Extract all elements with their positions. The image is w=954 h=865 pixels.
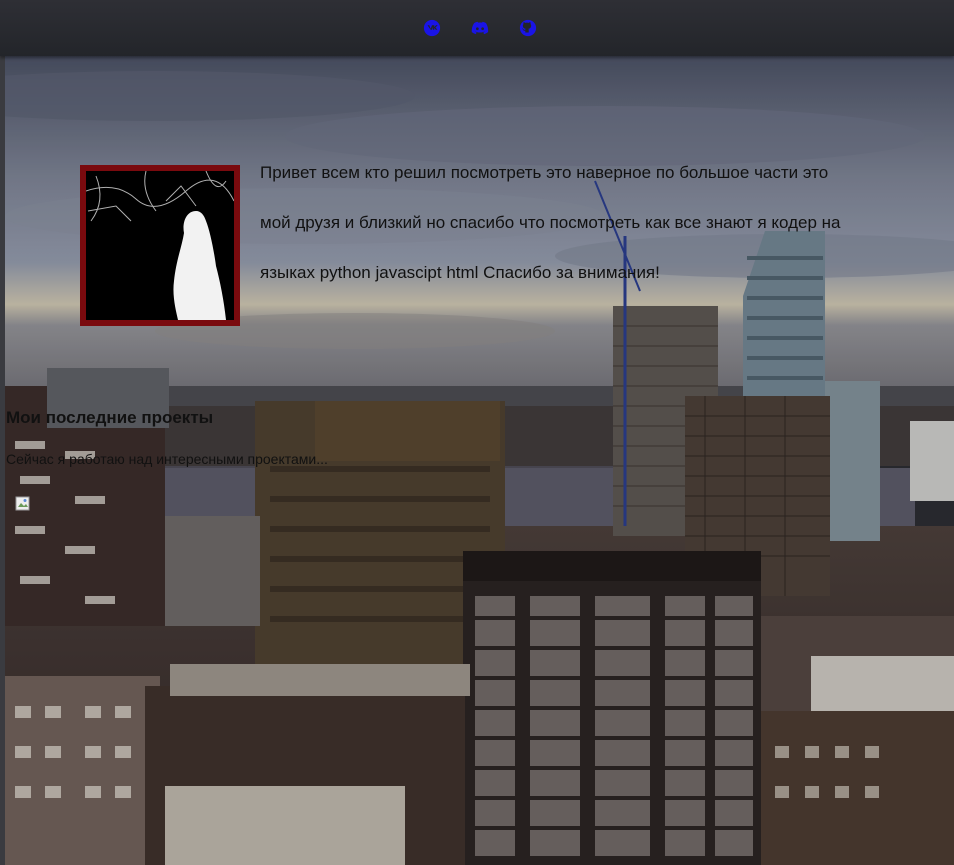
page: Привет всем кто решил посмотреть это нав…	[0, 0, 954, 865]
broken-image-icon	[15, 496, 31, 512]
intro-section: Привет всем кто решил посмотреть это нав…	[80, 163, 900, 326]
projects-title: Мои последние проекты	[6, 408, 214, 427]
window-left-border	[0, 0, 5, 865]
github-icon[interactable]	[517, 17, 539, 39]
avatar	[80, 165, 240, 326]
top-navbar	[0, 0, 954, 56]
discord-icon[interactable]	[469, 17, 491, 39]
projects-subtitle: Сейчас я работаю над интересными проекта…	[6, 451, 328, 467]
intro-text: Привет всем кто решил посмотреть это нав…	[260, 163, 841, 282]
vk-icon[interactable]	[421, 17, 443, 39]
